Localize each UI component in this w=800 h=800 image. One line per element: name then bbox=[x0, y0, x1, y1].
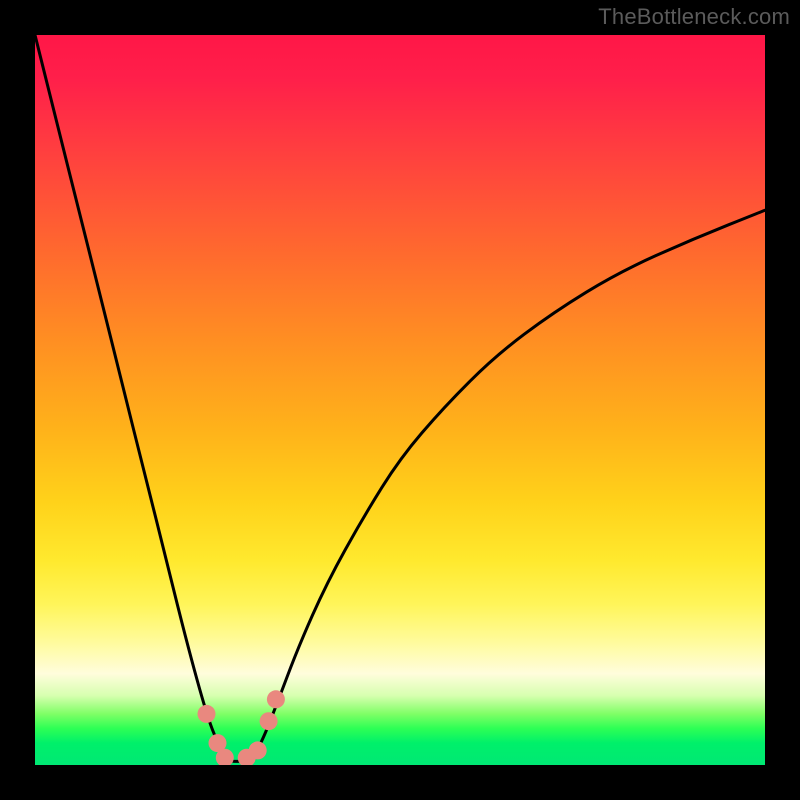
bottleneck-curve-svg bbox=[35, 35, 765, 765]
watermark-text: TheBottleneck.com bbox=[598, 4, 790, 30]
curve-marker bbox=[198, 705, 216, 723]
curve-marker bbox=[249, 741, 267, 759]
curve-marker bbox=[267, 690, 285, 708]
plot-area bbox=[35, 35, 765, 765]
chart-frame: TheBottleneck.com bbox=[0, 0, 800, 800]
curve-marker bbox=[260, 712, 278, 730]
bottleneck-curve bbox=[35, 35, 765, 761]
